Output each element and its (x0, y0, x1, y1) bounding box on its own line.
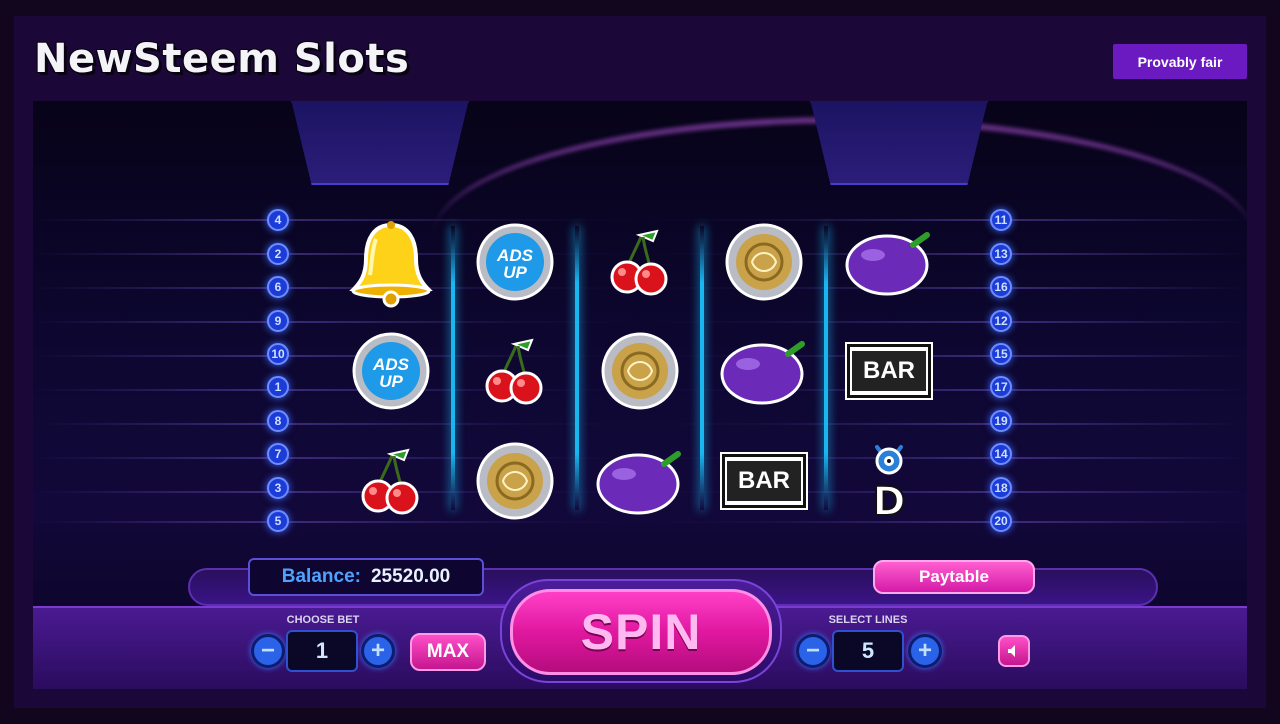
plum-icon (841, 214, 937, 310)
lines-value: 5 (832, 630, 904, 672)
monster-d-icon: D (841, 433, 937, 529)
payline-badge[interactable]: 12 (990, 310, 1012, 332)
bell-icon (343, 214, 439, 310)
payline-badge[interactable]: 3 (267, 477, 289, 499)
payline-badge[interactable]: 1 (267, 376, 289, 398)
game-title: NewSteem Slots (34, 36, 410, 82)
payline-badge[interactable]: 18 (990, 477, 1012, 499)
reel-divider (824, 226, 828, 510)
paytable-button[interactable]: Paytable (873, 560, 1035, 594)
select-lines-label: SELECT LINES (828, 614, 908, 626)
payline-badge[interactable]: 8 (267, 410, 289, 432)
choose-bet-label: CHOOSE BET (286, 614, 360, 626)
payline-badge[interactable]: 16 (990, 276, 1012, 298)
max-bet-button[interactable]: MAX (410, 633, 486, 671)
payline-badge[interactable]: 10 (267, 343, 289, 365)
ads-up-text: UP (503, 263, 527, 282)
sound-toggle-button[interactable] (998, 635, 1030, 667)
ads-up-text: UP (379, 372, 403, 391)
payline-badge[interactable]: 14 (990, 443, 1012, 465)
reel-divider (575, 226, 579, 510)
plum-icon (716, 323, 812, 419)
provably-fair-button[interactable]: Provably fair (1113, 44, 1247, 79)
reel-divider (451, 226, 455, 510)
balance-display: Balance: 25520.00 (248, 558, 484, 596)
silver-gold-coin-icon (716, 214, 812, 310)
payline-badge[interactable]: 6 (267, 276, 289, 298)
plum-icon (592, 433, 688, 529)
balance-value: 25520.00 (370, 566, 451, 587)
cherry-icon (343, 433, 439, 529)
bar-text: BAR (727, 461, 801, 501)
d-letter: D (872, 479, 905, 525)
bar-icon: BAR (841, 323, 937, 419)
payline-badge[interactable]: 19 (990, 410, 1012, 432)
payline-badge[interactable]: 9 (267, 310, 289, 332)
bar-icon: BAR (716, 433, 812, 529)
balance-label: Balance: (281, 566, 361, 587)
payline-badge[interactable]: 5 (267, 510, 289, 532)
cherry-icon (592, 214, 688, 310)
payline-badge[interactable]: 11 (990, 209, 1012, 231)
cherry-icon (467, 323, 563, 419)
glow-line (33, 423, 1247, 425)
payline-badge[interactable]: 2 (267, 243, 289, 265)
reel-divider (700, 226, 704, 510)
payline-badge[interactable]: 13 (990, 243, 1012, 265)
spin-button[interactable]: SPIN (510, 589, 772, 675)
bet-increase-button[interactable]: + (361, 634, 395, 668)
ads-up-coin-icon: ADS UP (467, 214, 563, 310)
stage-hood-right (809, 101, 989, 185)
payline-badge[interactable]: 4 (267, 209, 289, 231)
silver-gold-coin-icon (467, 433, 563, 529)
payline-badge[interactable]: 20 (990, 510, 1012, 532)
bet-value: 1 (286, 630, 358, 672)
lines-decrease-button[interactable]: − (796, 634, 830, 668)
silver-gold-coin-icon (592, 323, 688, 419)
bar-text: BAR (852, 351, 926, 391)
payline-badge[interactable]: 7 (267, 443, 289, 465)
lines-increase-button[interactable]: + (908, 634, 942, 668)
ads-up-coin-icon: ADS UP (343, 323, 439, 419)
payline-badge[interactable]: 15 (990, 343, 1012, 365)
bet-decrease-button[interactable]: − (251, 634, 285, 668)
payline-badge[interactable]: 17 (990, 376, 1012, 398)
speaker-icon (1008, 645, 1015, 657)
stage-hood-left (290, 101, 470, 185)
